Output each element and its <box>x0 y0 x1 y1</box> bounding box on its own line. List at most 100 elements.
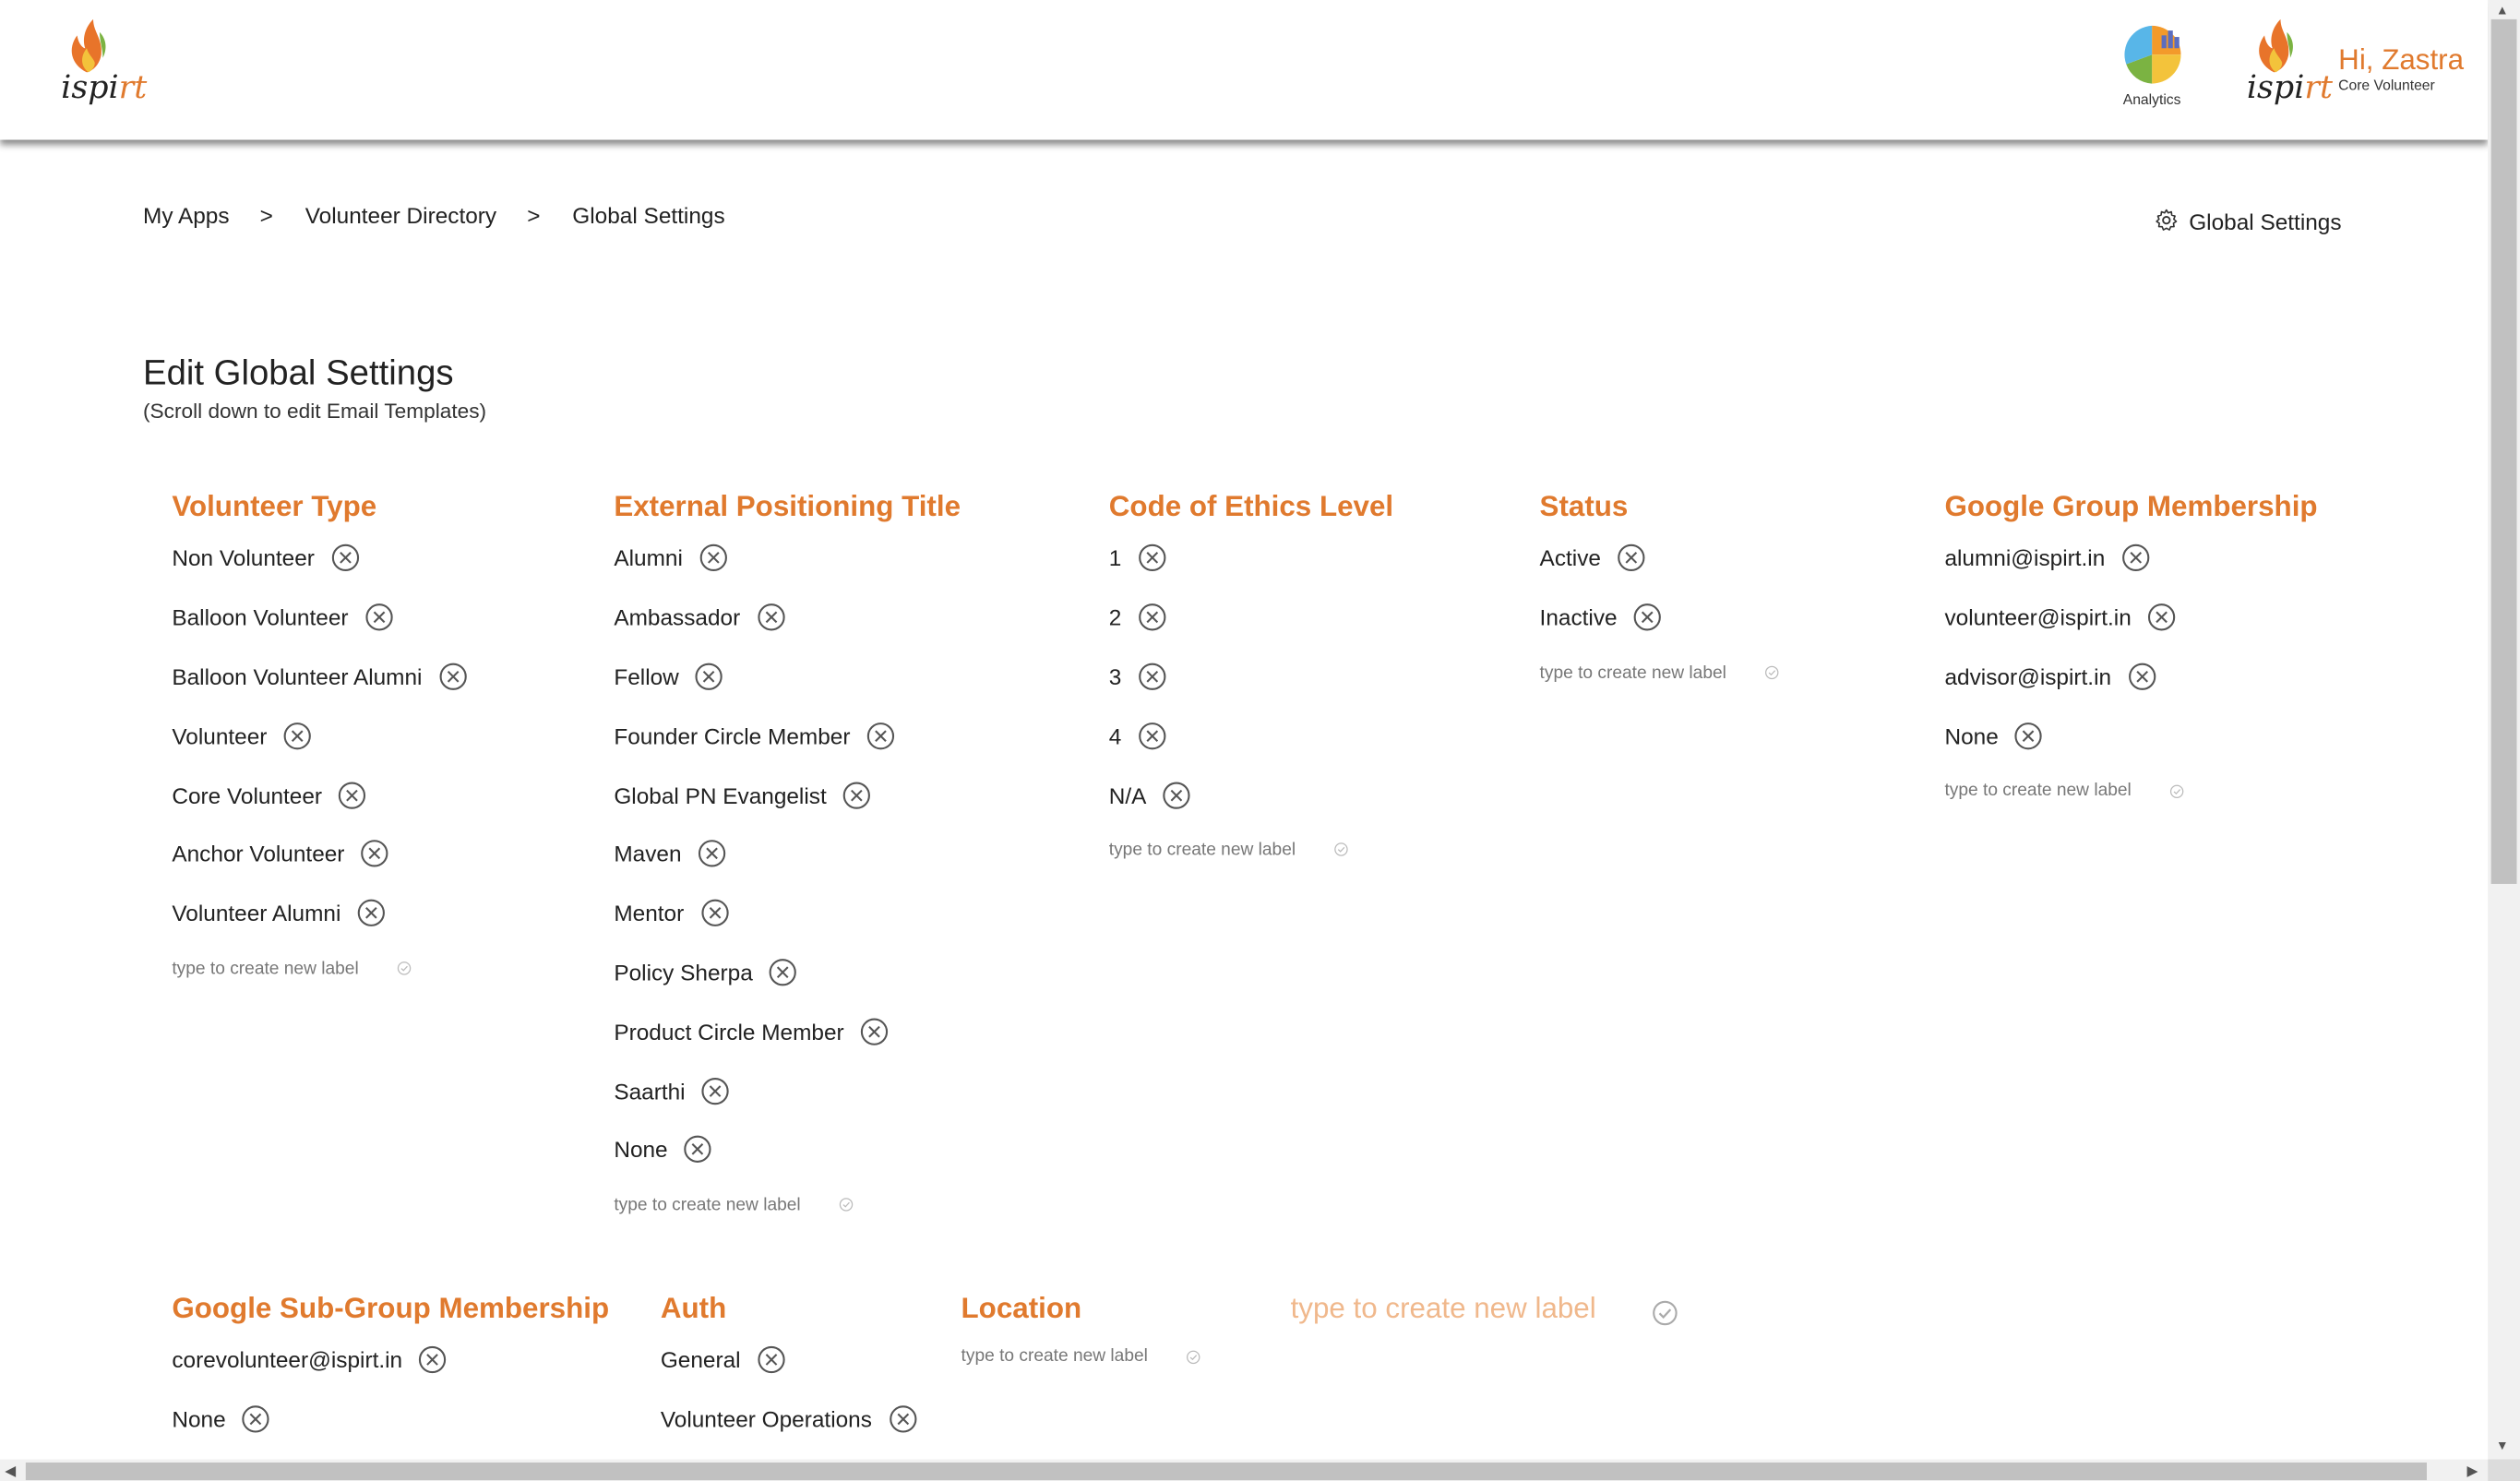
confirm-check-icon[interactable] <box>398 961 412 976</box>
new-label-input[interactable]: type to create new label <box>172 952 467 985</box>
label-text: Balloon Volunteer Alumni <box>172 663 423 690</box>
label-text: Maven <box>614 841 682 867</box>
remove-label-icon[interactable] <box>700 899 729 927</box>
horizontal-scroll-thumb[interactable] <box>25 1462 2427 1481</box>
remove-label-icon[interactable] <box>438 663 467 691</box>
confirm-check-icon[interactable] <box>839 1198 854 1212</box>
remove-label-icon[interactable] <box>330 543 359 572</box>
label-chip: Inactive <box>1540 588 1780 647</box>
remove-label-icon[interactable] <box>701 1076 730 1105</box>
remove-label-icon[interactable] <box>684 1135 712 1164</box>
group-title: Google Group Membership <box>1944 490 2318 523</box>
label-text: 3 <box>1108 663 1122 690</box>
confirm-check-icon[interactable] <box>1652 1300 1678 1326</box>
group-location: Location type to create new label <box>961 1285 1201 1372</box>
remove-label-icon[interactable] <box>1633 603 1662 631</box>
label-chip: Active <box>1540 529 1780 588</box>
remove-label-icon[interactable] <box>357 899 386 927</box>
remove-label-icon[interactable] <box>1138 663 1166 691</box>
remove-label-icon[interactable] <box>361 840 389 868</box>
remove-label-icon[interactable] <box>757 603 785 631</box>
group-title: Location <box>961 1292 1082 1325</box>
ispirt-logo[interactable]: ispirt <box>58 18 147 113</box>
scroll-down-arrow-icon[interactable]: ▼ <box>2496 1439 2509 1453</box>
global-settings-link[interactable]: Global Settings <box>2154 208 2342 234</box>
label-text: Mentor <box>614 900 685 926</box>
new-group-input[interactable]: type to create new label <box>1291 1292 1596 1326</box>
label-text: Alumni <box>614 545 683 571</box>
label-text: Fellow <box>614 663 679 690</box>
label-chip: Volunteer Operations <box>661 1390 917 1449</box>
gear-icon <box>2156 209 2178 231</box>
remove-label-icon[interactable] <box>842 781 871 809</box>
logo-text-orange: rt <box>118 67 148 106</box>
analytics-button[interactable] <box>2119 22 2186 94</box>
page-title: Edit Global Settings <box>143 352 454 392</box>
new-label-placeholder: type to create new label <box>1108 840 1296 860</box>
breadcrumb-global-settings[interactable]: Global Settings <box>572 202 724 228</box>
remove-label-icon[interactable] <box>860 1017 889 1045</box>
new-label-input[interactable]: type to create new label <box>961 1341 1201 1373</box>
remove-label-icon[interactable] <box>2014 722 2043 750</box>
group-title: Volunteer Type <box>172 490 377 523</box>
label-text: advisor@ispirt.in <box>1944 663 2112 690</box>
remove-label-icon[interactable] <box>1138 722 1166 750</box>
user-greeting[interactable]: Hi, Zastra <box>2338 43 2464 78</box>
breadcrumb-volunteer-directory[interactable]: Volunteer Directory <box>305 202 496 228</box>
new-label-input[interactable]: type to create new label <box>1109 834 1393 866</box>
remove-label-icon[interactable] <box>419 1345 448 1374</box>
confirm-check-icon[interactable] <box>1187 1349 1201 1364</box>
scroll-right-arrow-icon[interactable]: ▶ <box>2467 1463 2478 1480</box>
group-title: Code of Ethics Level <box>1108 490 1394 523</box>
remove-label-icon[interactable] <box>242 1405 270 1434</box>
remove-label-icon[interactable] <box>757 1345 785 1374</box>
label-text: Product Circle Member <box>614 1018 844 1045</box>
remove-label-icon[interactable] <box>698 840 726 868</box>
remove-label-icon[interactable] <box>2127 663 2156 691</box>
vertical-scroll-thumb[interactable] <box>2490 18 2517 884</box>
new-label-placeholder: type to create new label <box>172 959 359 978</box>
new-label-input[interactable]: type to create new label <box>1944 775 2317 807</box>
label-chip: Alumni <box>614 529 961 588</box>
label-chip: Saarthi <box>614 1061 961 1120</box>
remove-label-icon[interactable] <box>695 663 723 691</box>
confirm-check-icon[interactable] <box>2170 783 2185 798</box>
group-code-of-ethics-level: Code of Ethics Level 1 2 3 4 N/A type to creat… <box>1109 484 1393 866</box>
label-text: Volunteer Alumni <box>172 900 341 926</box>
remove-label-icon[interactable] <box>699 543 727 572</box>
remove-label-icon[interactable] <box>2147 603 2176 631</box>
scroll-left-arrow-icon[interactable]: ◀ <box>5 1463 16 1480</box>
top-header <box>0 0 2489 140</box>
remove-label-icon[interactable] <box>1138 543 1166 572</box>
label-text: General <box>660 1347 741 1374</box>
label-chip: 4 <box>1109 706 1393 765</box>
scroll-up-arrow-icon[interactable]: ▲ <box>2496 3 2509 18</box>
group-google-group-membership: Google Group Membership alumni@ispirt.in v… <box>1944 484 2317 806</box>
group-title: Status <box>1539 490 1629 523</box>
remove-label-icon[interactable] <box>2121 543 2150 572</box>
new-label-input[interactable]: type to create new label <box>1540 657 1780 689</box>
group-status: Status Active Inactive type to create new l… <box>1540 484 1780 688</box>
confirm-check-icon[interactable] <box>1334 842 1349 857</box>
label-text: Volunteer <box>172 723 268 749</box>
remove-label-icon[interactable] <box>283 722 312 750</box>
label-chip: corevolunteer@ispirt.in <box>172 1331 609 1390</box>
remove-label-icon[interactable] <box>1617 543 1645 572</box>
confirm-check-icon[interactable] <box>1765 665 1780 680</box>
new-label-input[interactable]: type to create new label <box>614 1188 961 1221</box>
ispirt-logo-right: ispirt <box>2245 18 2333 113</box>
remove-label-icon[interactable] <box>888 1405 916 1434</box>
label-chip: 1 <box>1109 529 1393 588</box>
remove-label-icon[interactable] <box>338 781 366 809</box>
logo-text-black: ispi <box>61 67 119 106</box>
logo-text: ispirt <box>61 69 147 104</box>
remove-label-icon[interactable] <box>769 958 797 986</box>
group-title: External Positioning Title <box>614 490 961 523</box>
remove-label-icon[interactable] <box>364 603 393 631</box>
breadcrumb-my-apps[interactable]: My Apps <box>143 202 230 228</box>
remove-label-icon[interactable] <box>1163 781 1191 809</box>
logo-text-orange: rt <box>2304 67 2334 106</box>
label-chip: Anchor Volunteer <box>172 824 467 883</box>
remove-label-icon[interactable] <box>1138 603 1166 631</box>
remove-label-icon[interactable] <box>866 722 895 750</box>
